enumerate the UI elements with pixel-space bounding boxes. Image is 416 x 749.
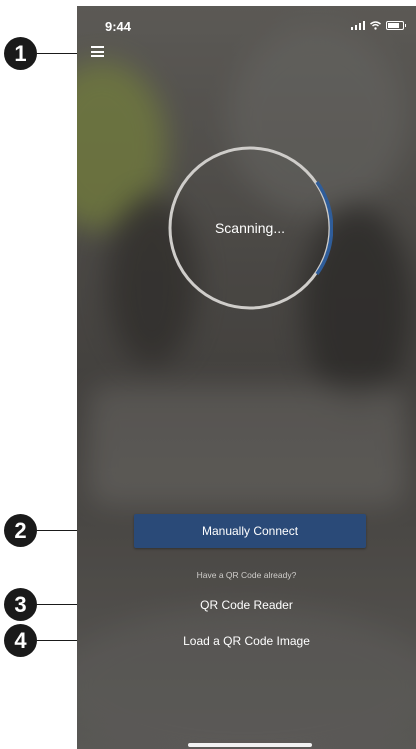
battery-icon <box>386 21 406 30</box>
hamburger-menu-icon[interactable] <box>91 46 104 57</box>
callout-4: 4 <box>4 624 37 657</box>
signal-icon <box>350 21 365 30</box>
status-time: 9:44 <box>105 19 132 34</box>
qr-code-reader-link[interactable]: QR Code Reader <box>77 598 416 612</box>
home-indicator <box>188 743 312 747</box>
callout-3: 3 <box>4 588 37 621</box>
status-icons <box>350 21 406 30</box>
scanning-status: Scanning... <box>214 220 286 236</box>
manually-connect-button[interactable]: Manually Connect <box>134 514 366 548</box>
scanning-indicator: Scanning... <box>167 145 334 311</box>
qr-hint-text: Have a QR Code already? <box>196 570 297 580</box>
load-qr-image-link[interactable]: Load a QR Code Image <box>77 634 416 648</box>
wifi-icon <box>370 21 381 30</box>
callout-2: 2 <box>4 514 37 547</box>
callout-1: 1 <box>4 37 37 70</box>
phone-screen: 9:44 Scanning... Manually Connect Have a… <box>77 6 416 749</box>
